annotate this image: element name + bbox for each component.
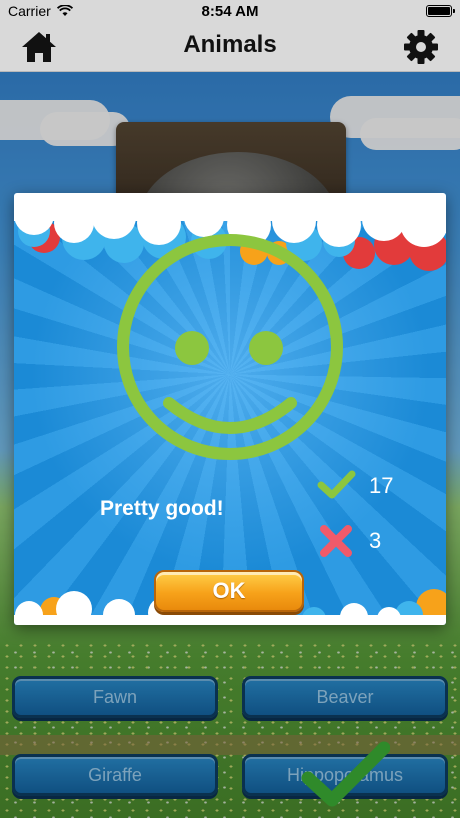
carrier-label: Carrier — [8, 3, 51, 19]
result-message: Pretty good! — [100, 497, 224, 520]
result-dialog: Pretty good! 17 3 OK — [14, 193, 446, 625]
gear-icon[interactable] — [402, 28, 440, 66]
ok-button[interactable]: OK — [154, 570, 304, 612]
navigation-bar: Animals — [0, 22, 460, 72]
correct-count: 17 — [369, 473, 394, 498]
battery-icon — [426, 5, 455, 17]
page-title: Animals — [183, 31, 277, 58]
correct-answer-check-icon — [301, 741, 390, 807]
wifi-icon — [56, 5, 73, 16]
status-bar: Carrier 8:54 AM — [0, 0, 460, 22]
smiley-face-icon — [117, 234, 343, 460]
wrong-count: 3 — [369, 528, 382, 553]
cross-icon — [320, 525, 352, 557]
checkmark-icon — [317, 470, 356, 499]
